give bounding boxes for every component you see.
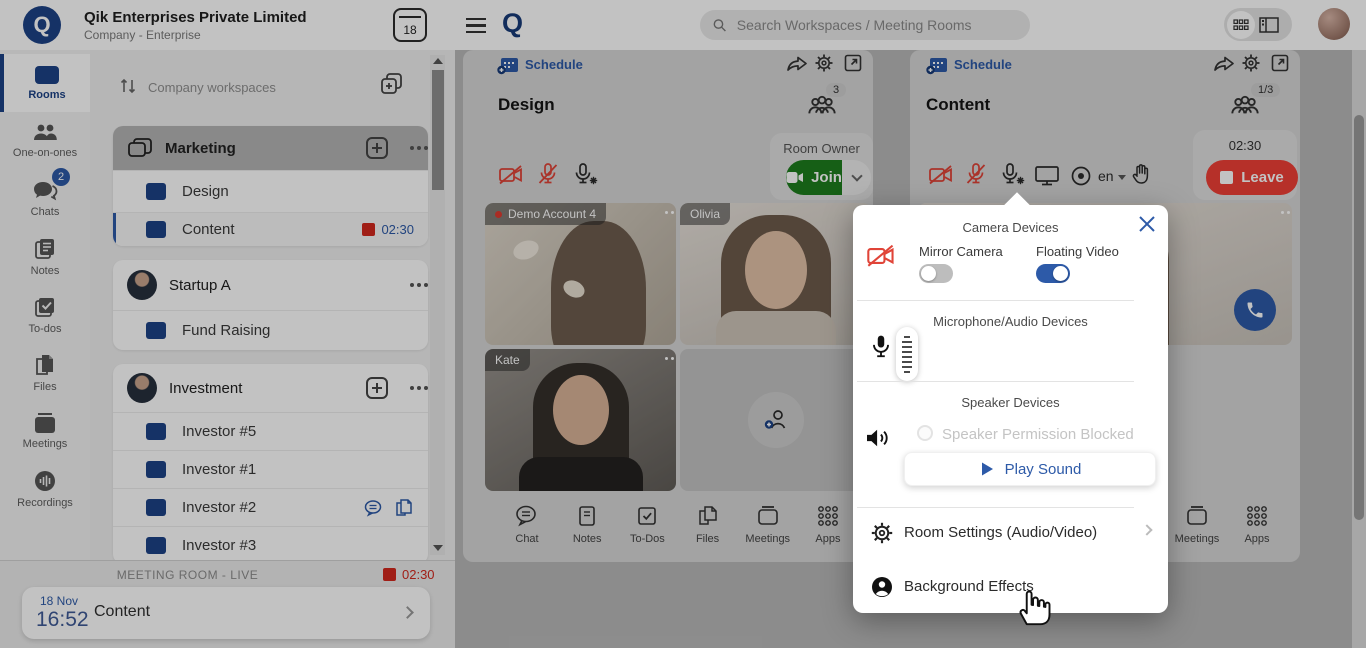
floating-video-toggle[interactable]: [1036, 264, 1070, 283]
room-settings-item[interactable]: Room Settings (Audio/Video): [853, 507, 1168, 559]
mic-level-meter: [896, 327, 918, 381]
divider: [857, 300, 1134, 301]
speaker-blocked-label: Speaker Permission Blocked: [942, 426, 1134, 443]
floating-video-label: Floating Video: [1036, 244, 1119, 259]
divider: [857, 381, 1134, 382]
camera-section-title: Camera Devices: [853, 220, 1168, 235]
play-sound-label: Play Sound: [1005, 461, 1082, 478]
hand-cursor: [1014, 583, 1054, 629]
settings-gear-icon: [870, 521, 894, 545]
background-effects-item[interactable]: Background Effects: [853, 561, 1168, 613]
mirror-camera-toggle[interactable]: [919, 264, 953, 283]
play-sound-button[interactable]: Play Sound: [904, 452, 1156, 486]
device-settings-popup: Camera Devices Mirror Camera Floating Vi…: [853, 205, 1168, 613]
mirror-camera-label: Mirror Camera: [919, 244, 1003, 259]
speaker-section-title: Speaker Devices: [853, 395, 1168, 410]
app-window: Q Qik Enterprises Private Limited Compan…: [0, 0, 1366, 648]
mic-section-title: Microphone/Audio Devices: [853, 314, 1168, 329]
chevron-right-icon: [1141, 524, 1152, 535]
play-icon: [979, 461, 995, 477]
speaker-radio[interactable]: [917, 425, 933, 441]
speaker-icon: [865, 426, 893, 450]
mic-icon: [870, 334, 892, 360]
camera-off-icon: [866, 243, 896, 269]
person-circle-icon: [870, 575, 894, 599]
room-settings-label: Room Settings (Audio/Video): [904, 524, 1097, 541]
